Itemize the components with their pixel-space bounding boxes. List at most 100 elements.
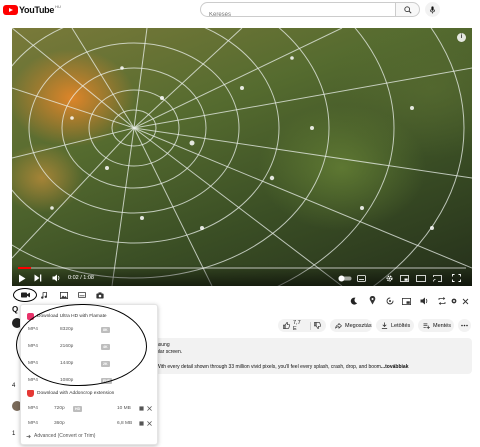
audio-button[interactable] bbox=[420, 292, 429, 305]
format-option[interactable]: MP4 720p HD 10 MB bbox=[28, 404, 152, 414]
gear-icon bbox=[386, 274, 393, 282]
side-item: 1 bbox=[12, 431, 16, 437]
close-toolbar-button[interactable] bbox=[462, 292, 469, 305]
subtitles-button[interactable] bbox=[357, 273, 366, 283]
voice-search-button[interactable] bbox=[425, 2, 440, 17]
advanced-label: Advanced (Convert or Trim) bbox=[34, 433, 96, 439]
like-button[interactable]: 7,7 E bbox=[278, 319, 326, 332]
save-button[interactable]: Mentés bbox=[418, 319, 454, 332]
next-icon bbox=[34, 274, 42, 282]
masthead: YouTube HU bbox=[0, 0, 480, 22]
format-label: MP4 bbox=[28, 327, 38, 332]
download-button[interactable]: Letöltés bbox=[376, 319, 414, 332]
cast-button[interactable] bbox=[433, 273, 442, 283]
download-label: Letöltés bbox=[391, 322, 411, 329]
play-button[interactable] bbox=[18, 273, 26, 283]
quality-badge: HD bbox=[73, 406, 83, 412]
download-icon[interactable] bbox=[139, 421, 144, 426]
arrow-right-icon bbox=[26, 434, 31, 438]
format-label: MP4 bbox=[28, 378, 38, 383]
video-title: Q bbox=[12, 305, 19, 314]
format-option[interactable]: MP4 1080p FHD bbox=[28, 376, 152, 386]
download-audio-button[interactable] bbox=[39, 291, 49, 299]
extension-settings-button[interactable] bbox=[450, 292, 458, 304]
play-icon bbox=[19, 274, 26, 282]
quality-label: 720p bbox=[54, 406, 65, 411]
more-actions-button[interactable] bbox=[458, 319, 471, 332]
miniplayer-button[interactable] bbox=[400, 273, 409, 283]
share-button[interactable]: Megosztás bbox=[330, 319, 372, 332]
format-option[interactable]: MP4 1440p 2K bbox=[28, 359, 152, 369]
file-size: 10 MB bbox=[117, 406, 131, 411]
mic-icon bbox=[429, 5, 436, 13]
desc-line-2: ular screen. bbox=[156, 349, 183, 355]
download-image-button[interactable] bbox=[59, 291, 69, 299]
fullscreen-button[interactable] bbox=[452, 273, 461, 283]
format-option[interactable]: MP4 360p 6,8 MB bbox=[28, 419, 152, 429]
theater-mode-button[interactable] bbox=[416, 273, 426, 283]
annotation-circle-small bbox=[13, 288, 37, 302]
like-count: 7,7 E bbox=[293, 319, 301, 332]
format-option[interactable]: MP4 8320p 8K bbox=[28, 325, 152, 335]
quality-badge: FHD bbox=[101, 378, 113, 384]
quality-badge: 8K bbox=[101, 327, 110, 333]
fullscreen-icon bbox=[452, 274, 461, 282]
comments-count: 4 bbox=[12, 383, 16, 389]
addoncrop-section-title: Download with Addoncrop extension bbox=[37, 390, 115, 396]
volume-button[interactable] bbox=[52, 273, 61, 283]
pin-icon bbox=[369, 295, 376, 305]
dark-mode-button[interactable] bbox=[350, 292, 358, 305]
youtube-play-icon bbox=[3, 5, 18, 15]
subtitles-icon bbox=[357, 274, 366, 282]
cut-icon[interactable] bbox=[147, 406, 152, 411]
download-icon[interactable] bbox=[139, 406, 144, 411]
addoncrop-shield-icon bbox=[27, 389, 34, 397]
save-playlist-icon bbox=[423, 323, 430, 329]
more-icon bbox=[461, 324, 468, 327]
loop-button[interactable] bbox=[386, 292, 394, 305]
format-label: MP4 bbox=[28, 344, 38, 349]
theater-icon bbox=[416, 274, 426, 282]
info-icon[interactable]: i bbox=[457, 33, 466, 42]
quality-label: 360p bbox=[54, 421, 65, 426]
image-icon bbox=[60, 291, 68, 299]
quality-label: 1440p bbox=[60, 361, 74, 366]
youtube-logo[interactable]: YouTube HU bbox=[3, 4, 61, 16]
volume-icon bbox=[52, 274, 60, 282]
next-button[interactable] bbox=[34, 273, 42, 283]
format-label: MP4 bbox=[28, 361, 38, 366]
screenshot-button[interactable] bbox=[95, 291, 105, 299]
gear-icon bbox=[451, 298, 457, 304]
location-pin-button[interactable] bbox=[369, 292, 376, 305]
subtitles-icon bbox=[78, 292, 86, 298]
download-icon bbox=[381, 322, 388, 329]
quality-label: 2160p bbox=[60, 344, 74, 349]
autoplay-toggle-icon bbox=[338, 275, 352, 281]
cut-icon[interactable] bbox=[147, 421, 152, 426]
search-input[interactable] bbox=[201, 8, 395, 22]
video-player[interactable]: i 0:02 / 1:08 bbox=[12, 28, 472, 286]
download-subtitles-button[interactable] bbox=[77, 291, 87, 299]
settings-button[interactable] bbox=[385, 273, 394, 283]
flamate-icon bbox=[27, 312, 34, 320]
player-controls: 0:02 / 1:08 bbox=[12, 264, 472, 286]
description-box[interactable]: nsung ular screen. With every detail sho… bbox=[150, 338, 472, 374]
advanced-option[interactable]: Advanced (Convert or Trim) bbox=[26, 433, 95, 439]
spider-web-image bbox=[12, 28, 472, 286]
autoplay-toggle[interactable] bbox=[338, 273, 352, 283]
format-option[interactable]: MP4 2160p 4K bbox=[28, 342, 152, 352]
music-note-icon bbox=[41, 291, 47, 299]
time-display: 0:02 / 1:08 bbox=[68, 275, 94, 281]
speaker-icon bbox=[420, 297, 428, 305]
show-more-link[interactable]: ...továbbiak bbox=[381, 364, 409, 370]
format-label: MP4 bbox=[28, 406, 38, 411]
desc-text: With every detail shown through 33 milli… bbox=[156, 364, 381, 370]
search-button[interactable] bbox=[396, 2, 420, 17]
progress-bar[interactable] bbox=[18, 267, 466, 269]
search-box bbox=[200, 2, 396, 22]
like-divider bbox=[310, 321, 311, 330]
repeat-button[interactable] bbox=[438, 292, 446, 305]
picture-in-picture-button[interactable] bbox=[402, 292, 411, 305]
thumbs-down-icon bbox=[314, 322, 321, 329]
flamate-section-title: Download Ultra HD with Flamate bbox=[37, 313, 107, 319]
